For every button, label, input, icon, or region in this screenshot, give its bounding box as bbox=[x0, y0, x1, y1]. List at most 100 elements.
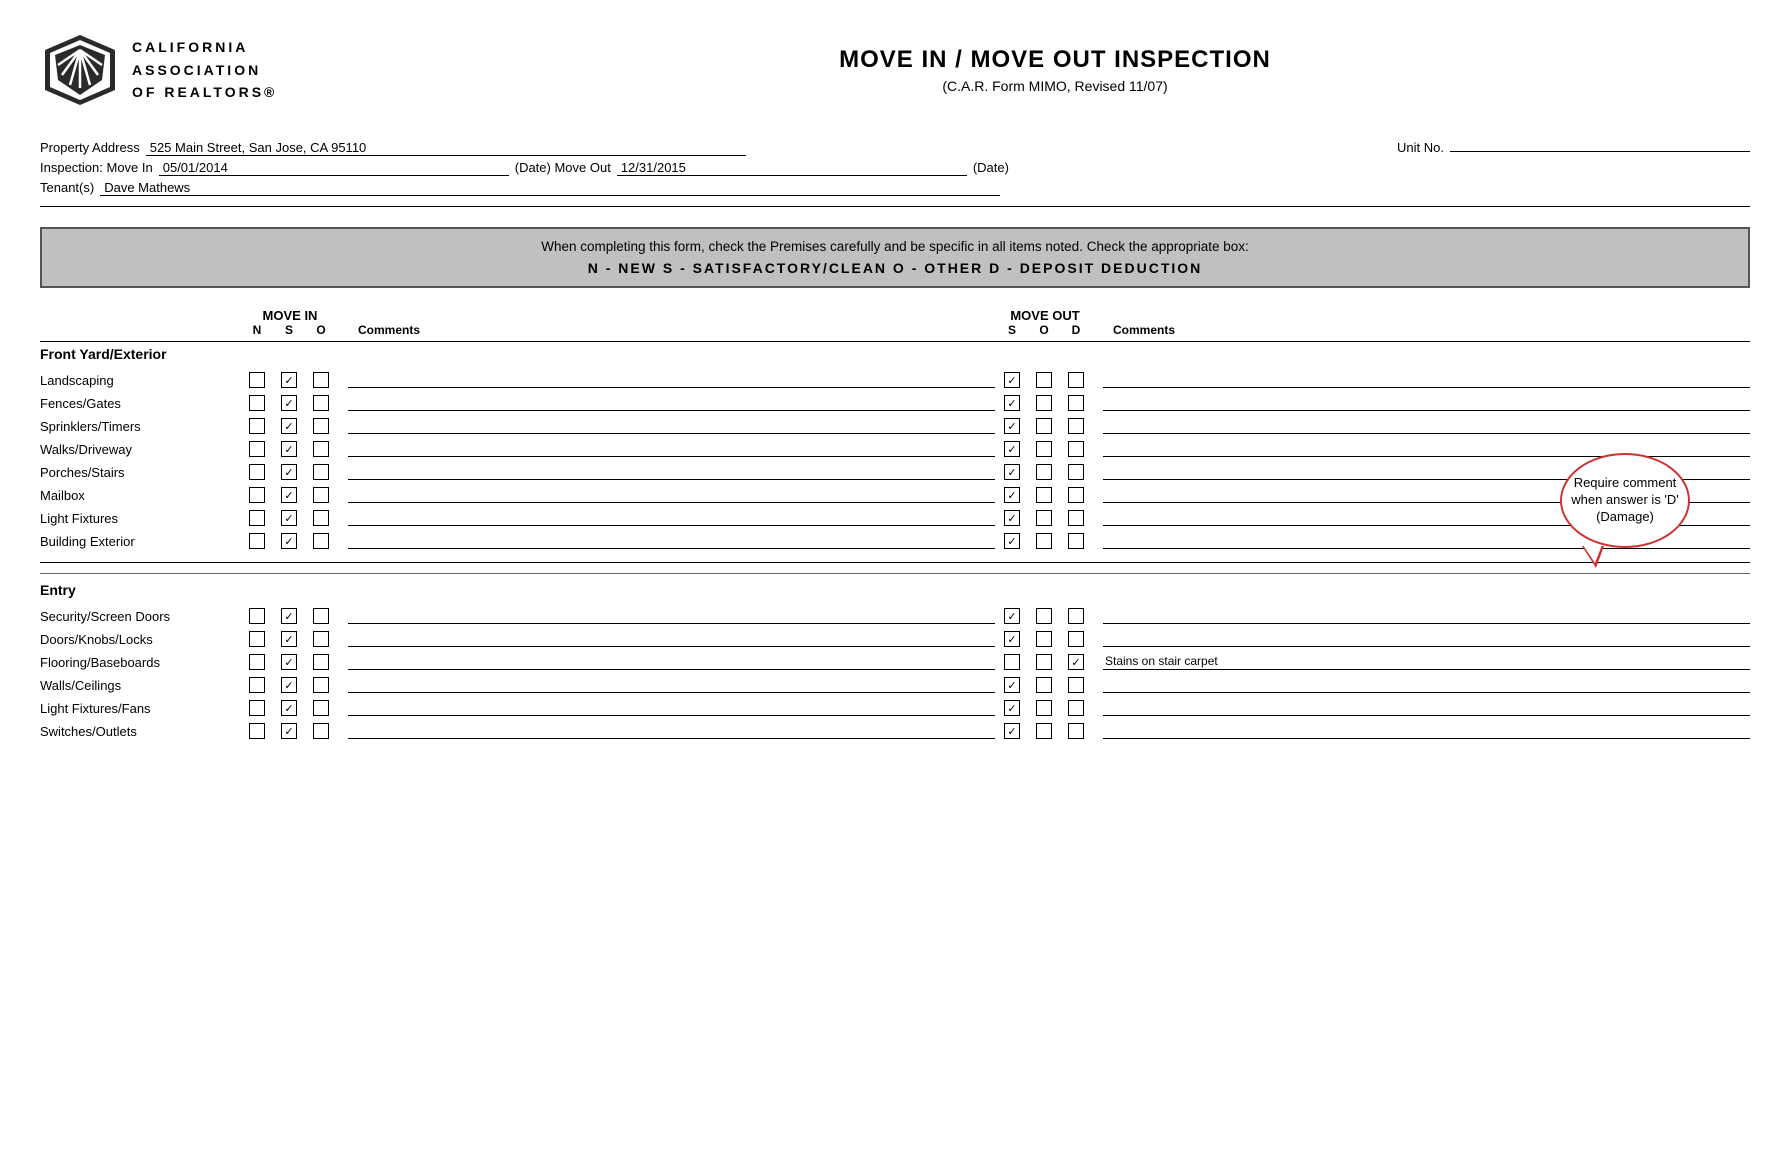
mi-o-lightfix[interactable] bbox=[306, 510, 336, 526]
mi-n-fences[interactable] bbox=[242, 395, 272, 411]
mo-d-sprinklers[interactable] bbox=[1061, 418, 1091, 434]
mo-o-walls[interactable] bbox=[1029, 677, 1059, 693]
mo-o-flooring[interactable] bbox=[1029, 654, 1059, 670]
mi-s-doorsknobs[interactable] bbox=[274, 631, 304, 647]
mo-d-lightfans[interactable] bbox=[1061, 700, 1091, 716]
mi-o-walls[interactable] bbox=[306, 677, 336, 693]
mi-s-bldgext[interactable] bbox=[274, 533, 304, 549]
mo-o-lightfix[interactable] bbox=[1029, 510, 1059, 526]
mi-o-flooring[interactable] bbox=[306, 654, 336, 670]
mo-s-switches[interactable] bbox=[997, 723, 1027, 739]
row-flooring: Flooring/Baseboards Stains on stair carp… bbox=[40, 651, 1750, 673]
mo-d-fences[interactable] bbox=[1061, 395, 1091, 411]
mo-d-lightfix[interactable] bbox=[1061, 510, 1091, 526]
mi-s-fences[interactable] bbox=[274, 395, 304, 411]
mi-n-bldgext[interactable] bbox=[242, 533, 272, 549]
mi-s-porches[interactable] bbox=[274, 464, 304, 480]
mi-s-secdoor[interactable] bbox=[274, 608, 304, 624]
mo-d-secdoor[interactable] bbox=[1061, 608, 1091, 624]
mo-o-sprinklers[interactable] bbox=[1029, 418, 1059, 434]
mi-n-mailbox[interactable] bbox=[242, 487, 272, 503]
mi-o-lightfans[interactable] bbox=[306, 700, 336, 716]
item-porches: Porches/Stairs bbox=[40, 465, 240, 480]
inspection-date-row: Inspection: Move In 05/01/2014 (Date) Mo… bbox=[40, 160, 1750, 176]
mi-o-landscaping[interactable] bbox=[306, 372, 336, 388]
front-yard-title: Front Yard/Exterior bbox=[40, 346, 240, 368]
mi-n-flooring[interactable] bbox=[242, 654, 272, 670]
row-landscaping: Landscaping bbox=[40, 369, 1750, 391]
section-front-yard: Front Yard/Exterior Landscaping Fences/G… bbox=[40, 346, 1750, 552]
mi-n-switches[interactable] bbox=[242, 723, 272, 739]
mi-o-walks[interactable] bbox=[306, 441, 336, 457]
mi-o-secdoor[interactable] bbox=[306, 608, 336, 624]
mo-d-landscaping[interactable] bbox=[1061, 372, 1091, 388]
mo-o-landscaping[interactable] bbox=[1029, 372, 1059, 388]
mi-n-walls[interactable] bbox=[242, 677, 272, 693]
mo-s-walls[interactable] bbox=[997, 677, 1027, 693]
mo-d-mailbox[interactable] bbox=[1061, 487, 1091, 503]
mi-s-switches[interactable] bbox=[274, 723, 304, 739]
mi-n-sprinklers[interactable] bbox=[242, 418, 272, 434]
mo-o-bldgext[interactable] bbox=[1029, 533, 1059, 549]
mo-s-flooring[interactable] bbox=[997, 654, 1027, 670]
mi-n-secdoor[interactable] bbox=[242, 608, 272, 624]
mi-o-bldgext[interactable] bbox=[306, 533, 336, 549]
mo-o-fences[interactable] bbox=[1029, 395, 1059, 411]
mi-n-doorsknobs[interactable] bbox=[242, 631, 272, 647]
mi-n-walks[interactable] bbox=[242, 441, 272, 457]
mo-comment-doorsknobs bbox=[1093, 631, 1750, 647]
form-title-area: MOVE IN / MOVE OUT INSPECTION (C.A.R. Fo… bbox=[360, 46, 1750, 94]
mi-comment-fences bbox=[338, 395, 995, 411]
mo-d-flooring[interactable] bbox=[1061, 654, 1091, 670]
mo-o-lightfans[interactable] bbox=[1029, 700, 1059, 716]
mi-n-porches[interactable] bbox=[242, 464, 272, 480]
mi-o-switches[interactable] bbox=[306, 723, 336, 739]
item-light-fixtures-fans: Light Fixtures/Fans bbox=[40, 701, 240, 716]
mi-o-mailbox[interactable] bbox=[306, 487, 336, 503]
mo-o-mailbox[interactable] bbox=[1029, 487, 1059, 503]
mi-n-landscaping[interactable] bbox=[242, 372, 272, 388]
mo-s-bldgext[interactable] bbox=[997, 533, 1027, 549]
mo-s-sprinklers[interactable] bbox=[997, 418, 1027, 434]
mo-o-porches[interactable] bbox=[1029, 464, 1059, 480]
mi-o-fences[interactable] bbox=[306, 395, 336, 411]
mi-s-mailbox[interactable] bbox=[274, 487, 304, 503]
mo-o-switches[interactable] bbox=[1029, 723, 1059, 739]
mi-s-landscaping[interactable] bbox=[274, 372, 304, 388]
mo-d-switches[interactable] bbox=[1061, 723, 1091, 739]
mo-s-doorsknobs[interactable] bbox=[997, 631, 1027, 647]
mo-s-walks[interactable] bbox=[997, 441, 1027, 457]
mo-s-landscaping[interactable] bbox=[997, 372, 1027, 388]
mo-s-mailbox[interactable] bbox=[997, 487, 1027, 503]
mo-d-doorsknobs[interactable] bbox=[1061, 631, 1091, 647]
mo-d-walks[interactable] bbox=[1061, 441, 1091, 457]
mo-s-fences[interactable] bbox=[997, 395, 1027, 411]
mo-o-walks[interactable] bbox=[1029, 441, 1059, 457]
mo-d-bldgext[interactable] bbox=[1061, 533, 1091, 549]
mo-d-walls[interactable] bbox=[1061, 677, 1091, 693]
mo-s-lightfix[interactable] bbox=[997, 510, 1027, 526]
mi-s-lightfix[interactable] bbox=[274, 510, 304, 526]
mo-s-lightfans[interactable] bbox=[997, 700, 1027, 716]
mi-o-doorsknobs[interactable] bbox=[306, 631, 336, 647]
mi-comment-sprinklers bbox=[338, 418, 995, 434]
mi-s-flooring[interactable] bbox=[274, 654, 304, 670]
col-s-out-header: S bbox=[997, 323, 1027, 337]
mi-o-sprinklers[interactable] bbox=[306, 418, 336, 434]
flooring-comment-text: Stains on stair carpet bbox=[1103, 654, 1750, 670]
mi-n-lightfans[interactable] bbox=[242, 700, 272, 716]
mo-o-secdoor[interactable] bbox=[1029, 608, 1059, 624]
mi-comment-walls bbox=[338, 677, 995, 693]
mi-n-lightfix[interactable] bbox=[242, 510, 272, 526]
mi-s-walls[interactable] bbox=[274, 677, 304, 693]
mo-o-doorsknobs[interactable] bbox=[1029, 631, 1059, 647]
unit-label: Unit No. bbox=[1397, 140, 1444, 155]
item-security-doors: Security/Screen Doors bbox=[40, 609, 240, 624]
mo-d-porches[interactable] bbox=[1061, 464, 1091, 480]
mo-s-porches[interactable] bbox=[997, 464, 1027, 480]
mi-s-sprinklers[interactable] bbox=[274, 418, 304, 434]
mi-o-porches[interactable] bbox=[306, 464, 336, 480]
mo-s-secdoor[interactable] bbox=[997, 608, 1027, 624]
mi-s-lightfans[interactable] bbox=[274, 700, 304, 716]
mi-s-walks[interactable] bbox=[274, 441, 304, 457]
